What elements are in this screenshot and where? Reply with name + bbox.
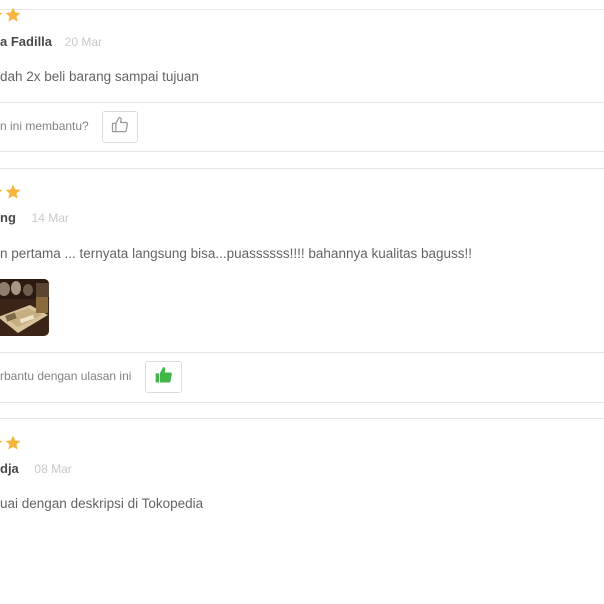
thumbs-up-outline-icon [110, 115, 130, 140]
reviewer-name[interactable]: ng [0, 210, 16, 225]
section-divider [0, 418, 604, 419]
review-bottom-divider [0, 402, 604, 403]
star-icon [4, 434, 22, 452]
star-icon [0, 183, 4, 201]
rating-stars [0, 434, 22, 452]
review-text: n pertama ... ternyata langsung bisa...p… [0, 246, 473, 261]
review-divider [0, 102, 604, 103]
like-button-active[interactable] [145, 361, 182, 393]
section-divider [0, 168, 604, 169]
star-icon [4, 6, 22, 24]
star-icon [0, 434, 4, 452]
star-icon [0, 6, 4, 24]
review-date: 08 Mar [34, 462, 72, 476]
reviewer-line: dja 08 Mar [0, 461, 72, 476]
reviewer-line: a Fadilla 20 Mar [0, 34, 102, 49]
review-date: 14 Mar [31, 211, 69, 225]
review-photo[interactable] [0, 279, 49, 336]
rating-stars [0, 6, 22, 24]
helpful-confirmation: rbantu dengan ulasan ini [0, 369, 132, 383]
reviewer-name[interactable]: dja [0, 461, 19, 476]
review-text: uai dengan deskripsi di Tokopedia [0, 496, 204, 511]
like-button[interactable] [102, 111, 138, 143]
review-bottom-divider [0, 151, 604, 152]
top-divider [0, 9, 604, 10]
review-list: a Fadilla 20 Mar dah 2x beli barang samp… [0, 0, 604, 604]
thumbs-up-filled-icon [154, 365, 174, 390]
helpful-question: n ini membantu? [0, 119, 89, 133]
reviewer-name[interactable]: a Fadilla [0, 34, 52, 49]
rating-stars [0, 183, 22, 201]
review-date: 20 Mar [64, 35, 103, 49]
review-divider [0, 352, 604, 353]
review-text: dah 2x beli barang sampai tujuan [0, 69, 199, 84]
star-icon [4, 183, 22, 201]
reviewer-line: ng 14 Mar [0, 210, 69, 225]
